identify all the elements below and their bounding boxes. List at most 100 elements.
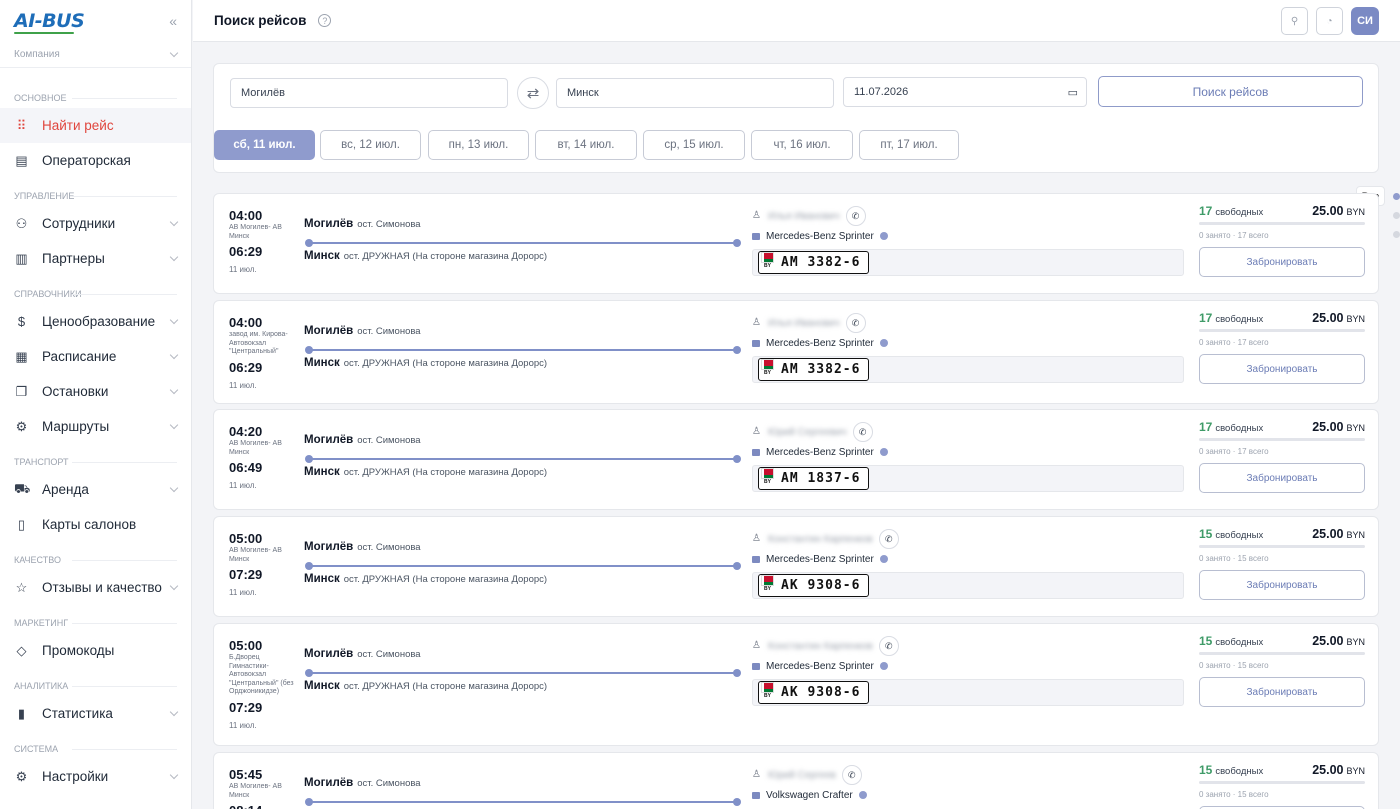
sidebar-item[interactable]: ◇ Промокоды	[0, 633, 191, 668]
users-icon: ⚇	[15, 215, 28, 231]
trip-card[interactable]: 04:00 АВ Могилев- АВ Минск 06:29 11 июл.…	[213, 193, 1379, 294]
from-city: Могилёв ост. Симонова	[304, 541, 421, 553]
arrival-time: 07:29	[229, 567, 263, 582]
sidebar-item[interactable]: ⛟ Аренда	[0, 472, 191, 507]
sidebar-item[interactable]: ▥ Партнеры	[0, 241, 191, 276]
seat-summary: 17 свободных 25.00 BYN	[1199, 204, 1365, 218]
sidebar: AI-BUS « Компания ОСНОВНОЕ ⠿ Найти рейс ▤ Оп…	[0, 0, 192, 809]
sidebar-item[interactable]: ❐ Остановки	[0, 374, 191, 409]
departure-time: 05:00	[229, 531, 263, 546]
map-icon: ▯	[17, 516, 26, 532]
help-icon[interactable]: ?	[318, 14, 332, 27]
to-city: Минск ост. ДРУЖНАЯ (На стороне магазина Д…	[304, 250, 548, 262]
phone-icon[interactable]: ✆	[878, 636, 899, 656]
from-stop: ост. Симонова	[357, 326, 421, 337]
avatar[interactable]: СИ	[1351, 7, 1379, 35]
to-input[interactable]: Минск	[556, 78, 834, 108]
route-name: АВ Могилев- АВ Минск	[229, 547, 282, 563]
app-logo[interactable]: AI-BUS	[14, 10, 85, 34]
sidebar-item[interactable]: $ Ценообразование	[0, 304, 191, 339]
trip-card[interactable]: 05:00 Б.Дворец Гимнастики- Автовокзал "Ц…	[213, 623, 1379, 746]
grid-icon: ⠿	[16, 117, 27, 133]
sidebar-section-title: СИСТЕМА	[0, 739, 191, 759]
from-city: Могилёв ост. Симонова	[304, 325, 421, 337]
tag-icon: ◇	[16, 642, 27, 658]
scroll-indicator-dot[interactable]	[1393, 231, 1400, 238]
day-chip[interactable]: сб, 11 июл.	[214, 130, 315, 160]
sidebar-item[interactable]: ☆ Отзывы и качество	[0, 570, 191, 605]
notifications-button[interactable]: ◔	[1316, 7, 1343, 35]
day-chip[interactable]: вс, 12 июл.	[320, 130, 421, 160]
route-line	[305, 669, 741, 677]
from-input[interactable]: Могилёв	[230, 78, 508, 108]
from-city: Могилёв ост. Симонова	[304, 777, 421, 789]
from-city: Могилёв ост. Симонова	[304, 434, 421, 446]
day-chip[interactable]: пт, 17 июл.	[859, 130, 959, 160]
seat-map-dot[interactable]	[879, 448, 888, 456]
scroll-indicator-dot[interactable]	[1393, 212, 1400, 219]
profile-button[interactable]: ⚲	[1281, 7, 1308, 35]
trip-route: Могилёвост. Симонова Минскост. ДРУЖНАЯ (…	[304, 434, 741, 478]
route-line	[305, 239, 741, 247]
collapse-sidebar-icon[interactable]: «	[169, 13, 177, 29]
book-button[interactable]: Забронировать	[1199, 247, 1365, 277]
search-button[interactable]: Поиск рейсов	[1098, 76, 1363, 107]
seat-map-dot[interactable]	[858, 791, 867, 799]
sidebar-item[interactable]: ⚇ Сотрудники	[0, 206, 191, 241]
price: 25.00 BYN	[1312, 527, 1365, 541]
sidebar-item[interactable]: ▦ Расписание	[0, 339, 191, 374]
to-city: Минск ост. ДРУЖНАЯ (На стороне магазина Д…	[304, 573, 548, 585]
trip-card[interactable]: 04:20 АВ Могилев- АВ Минск 06:49 11 июл.…	[213, 409, 1379, 510]
phone-icon[interactable]: ✆	[852, 422, 873, 442]
sidebar-item[interactable]: ⚙ Маршруты	[0, 409, 191, 444]
trip-times: 05:45 АВ Могилев- АВ Минск 08:14 11 июл.	[229, 767, 299, 809]
trip-card[interactable]: 05:00 АВ Могилев- АВ Минск 07:29 11 июл.…	[213, 516, 1379, 617]
arrival-time: 06:29	[229, 359, 263, 375]
trip-vehicle: ♙ Илья Иванович ✆ Mercedes-Benz Sprinter…	[752, 206, 1184, 276]
driver-name: Илья Иванович	[768, 317, 840, 329]
to-stop: ост. ДРУЖНАЯ (На стороне магазина Дорорс…	[343, 467, 548, 478]
sidebar-item-label: Маршруты	[42, 419, 110, 434]
sidebar-item[interactable]: ▤ Операторская	[0, 143, 191, 178]
seat-map-dot[interactable]	[879, 232, 888, 240]
to-stop: ост. ДРУЖНАЯ (На стороне магазина Дорорс…	[343, 681, 548, 692]
trip-card[interactable]: 05:45 АВ Могилев- АВ Минск 08:14 11 июл.…	[213, 752, 1379, 809]
swap-direction-button[interactable]: ⇄	[517, 77, 549, 109]
sidebar-item-label: Аренда	[42, 482, 89, 497]
bus-model: Mercedes-Benz Sprinter	[766, 553, 874, 565]
sidebar-item[interactable]: ⠿ Найти рейс	[0, 108, 191, 143]
book-button[interactable]: Забронировать	[1199, 354, 1365, 384]
bus-model: Mercedes-Benz Sprinter	[766, 660, 874, 672]
phone-icon[interactable]: ✆	[845, 313, 866, 333]
company-select[interactable]: Компания	[0, 42, 191, 68]
seat-map-dot[interactable]	[879, 555, 888, 563]
day-chip[interactable]: ср, 15 июл.	[643, 130, 745, 160]
scroll-indicator-dot[interactable]	[1393, 193, 1400, 200]
book-button[interactable]: Забронировать	[1199, 463, 1365, 493]
day-chip[interactable]: вт, 14 июл.	[535, 130, 637, 160]
occupancy-text: 0 занято · 17 всего	[1199, 338, 1269, 347]
to-stop: ост. ДРУЖНАЯ (На стороне магазина Дорорс…	[343, 251, 548, 262]
user-icon: ⚲	[1290, 15, 1299, 27]
trip-card[interactable]: 04:00 завод им. Кирова- Автовокзал "Цент…	[213, 300, 1379, 404]
day-chip[interactable]: пн, 13 июл.	[428, 130, 529, 160]
arrival-time: 06:49	[229, 460, 263, 475]
date-input[interactable]: 11.07.2026 ▭	[843, 77, 1087, 107]
phone-icon[interactable]: ✆	[878, 529, 899, 549]
phone-icon[interactable]: ✆	[845, 206, 866, 226]
driver-row: ♙ Илья Иванович ✆	[752, 313, 1184, 333]
chevron-down-icon	[169, 770, 179, 780]
seat-map-dot[interactable]	[879, 662, 888, 670]
sidebar-item[interactable]: ▯ Карты салонов	[0, 507, 191, 542]
phone-icon[interactable]: ✆	[841, 765, 862, 785]
seat-map-dot[interactable]	[879, 339, 888, 347]
sidebar-item[interactable]: ▮ Статистика	[0, 696, 191, 731]
book-button[interactable]: Забронировать	[1199, 677, 1365, 707]
calendar-icon[interactable]: ▭	[1068, 86, 1078, 99]
sidebar-item[interactable]: ⚙ Настройки	[0, 759, 191, 794]
occupancy-text: 0 занято · 15 всего	[1199, 661, 1269, 670]
trip-times: 04:00 АВ Могилев- АВ Минск 06:29 11 июл.	[229, 208, 299, 274]
book-button[interactable]: Забронировать	[1199, 570, 1365, 600]
sidebar-item-label: Ценообразование	[42, 314, 156, 329]
day-chip[interactable]: чт, 16 июл.	[751, 130, 853, 160]
